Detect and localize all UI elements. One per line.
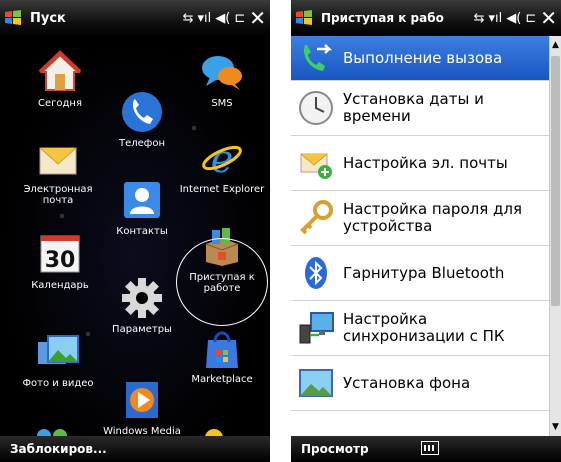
list-item-label: Настройка синхронизации с ПК (343, 310, 505, 345)
view-softkey[interactable]: Просмотр (301, 442, 369, 456)
list-item-label: Гарнитура Bluetooth (343, 263, 505, 282)
decor-dot (86, 332, 90, 336)
volume-icon[interactable]: ◀( (215, 12, 230, 25)
battery-icon[interactable]: ⊏ (234, 12, 245, 25)
page-title: Пуск (30, 10, 66, 26)
decor-dot (60, 214, 64, 218)
speech-bubbles-icon (202, 56, 242, 90)
pc-sync-icon (299, 312, 334, 344)
data-connection-icon[interactable]: ⇆ (474, 12, 485, 25)
page-title: Приступая к рабо (321, 11, 444, 25)
scrollbar[interactable]: ▲ ▼ (549, 36, 561, 436)
close-icon[interactable]: ✕ (540, 8, 557, 28)
envelope-icon (39, 147, 77, 175)
tile-marketplace[interactable]: Marketplace (174, 326, 270, 385)
list-item-partial[interactable] (291, 411, 549, 436)
list-item-make-call[interactable]: Выполнение вызова (291, 36, 549, 81)
svg-text:e: e (211, 137, 234, 180)
keyboard-icon[interactable] (421, 441, 439, 455)
email-setup-icon (300, 153, 332, 179)
clock-icon (299, 91, 333, 125)
list-item-pc-sync[interactable]: Настройка синхронизации с ПК (291, 301, 549, 356)
house-icon (38, 50, 82, 91)
scroll-thumb[interactable] (551, 56, 560, 306)
decor-dot (192, 126, 196, 130)
status-icons: ⇆ ▾ıl ◀( ⊏ ✕ (183, 8, 266, 28)
contact-card-icon (124, 182, 160, 218)
title-bar: Пуск ⇆ ▾ıl ◀( ⊏ ✕ (0, 0, 270, 36)
tile-label: Фото и видео (22, 378, 94, 389)
getting-started-screen: Приступая к рабо ⇆ ▾ıl ◀( ⊏ ✕ Выполнение… (291, 0, 561, 462)
list-item-label: Настройка эл. почты (343, 153, 508, 172)
getting-started-list: Выполнение вызова Установка даты и време… (291, 36, 549, 436)
list-item-bluetooth[interactable]: Гарнитура Bluetooth (291, 246, 549, 301)
softkey-bar: Заблокиров... (0, 436, 270, 462)
lock-softkey[interactable]: Заблокиров... (10, 442, 107, 456)
signal-icon[interactable]: ▾ıl (489, 12, 503, 25)
status-icons: ⇆ ▾ıl ◀( ⊏ ✕ (474, 8, 557, 28)
phone-icon (122, 92, 162, 132)
title-bar: Приступая к рабо ⇆ ▾ıl ◀( ⊏ ✕ (291, 0, 561, 36)
key-icon (300, 200, 333, 235)
calendar-icon: 30 (40, 235, 80, 273)
background-picture-icon (299, 369, 333, 397)
windows-flag-icon[interactable] (4, 10, 22, 26)
tile-email[interactable]: Электронная почта (10, 136, 106, 206)
scroll-down-icon[interactable]: ▼ (550, 420, 561, 434)
list-item-password[interactable]: Настройка пароля для устройства (291, 191, 549, 246)
calendar-day: 30 (45, 248, 76, 273)
gear-icon (122, 278, 162, 318)
windows-flag-icon[interactable] (295, 10, 313, 26)
volume-icon[interactable]: ◀( (506, 12, 521, 25)
softkey-bar: Просмотр (291, 436, 561, 462)
list-item-label: Установка фона (343, 373, 471, 392)
tile-photos[interactable]: Фото и видео (10, 330, 106, 389)
marketplace-bag-icon (206, 331, 238, 368)
tile-windows-media[interactable]: Windows Media (94, 378, 190, 437)
list-item-label: Настройка пароля для устройства (343, 200, 522, 235)
start-menu-grid: Сегодня SMS Телефон Электронная почта e … (0, 36, 270, 438)
call-arrow-icon (303, 44, 333, 71)
photos-icon (38, 335, 79, 364)
signal-icon[interactable]: ▾ıl (198, 12, 212, 25)
list-item-date-time[interactable]: Установка даты и времени (291, 81, 549, 136)
list-item-label: Выполнение вызова (343, 48, 503, 67)
battery-icon[interactable]: ⊏ (525, 12, 536, 25)
selection-circle (176, 238, 268, 326)
bluetooth-icon (305, 257, 327, 289)
list-item-background[interactable]: Установка фона (291, 356, 549, 411)
data-connection-icon[interactable]: ⇆ (183, 12, 194, 25)
partial-item-icon (297, 412, 335, 437)
internet-explorer-icon: e (202, 137, 242, 180)
start-screen: Пуск ⇆ ▾ıl ◀( ⊏ ✕ Сегодня SMS Телефон Эл… (0, 0, 270, 462)
tile-label: Электронная почта (23, 184, 93, 206)
scroll-up-icon[interactable]: ▲ (550, 38, 561, 52)
windows-media-icon (126, 382, 158, 418)
list-item-label: Установка даты и времени (343, 90, 484, 125)
close-icon[interactable]: ✕ (249, 8, 266, 28)
list-item-email-setup[interactable]: Настройка эл. почты (291, 136, 549, 191)
